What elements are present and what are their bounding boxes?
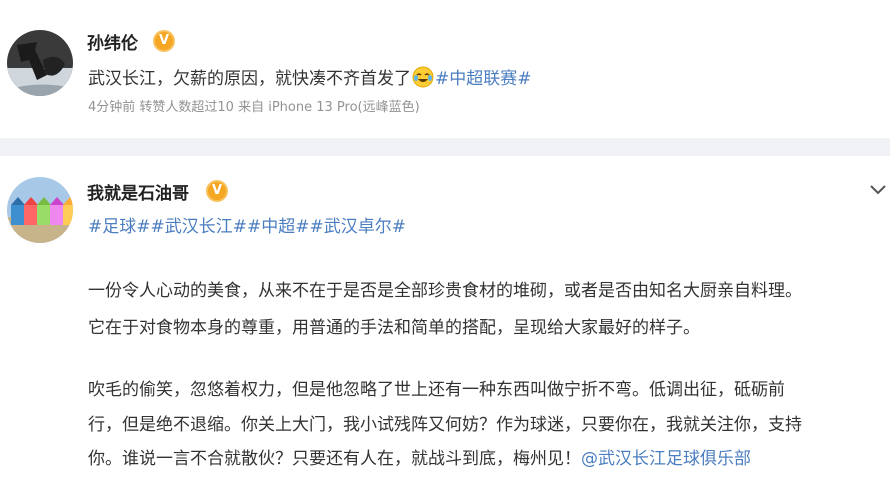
post-paragraph-line: 你。谁说一言不合就散伙？只要还有人在，就战斗到底，梅州见！@武汉长江足球俱乐部	[88, 444, 751, 469]
mention-link[interactable]: @武汉长江足球俱乐部	[581, 449, 751, 469]
hashtag-links[interactable]: #足球##武汉长江##中超##武汉卓尔#	[88, 212, 406, 237]
verified-badge-icon: V	[206, 180, 228, 202]
post-paragraph-line: 吹毛的偷笑，忽悠着权力，但是他忽略了世上还有一种东西叫做宁折不弯。低调出征，砥砺…	[88, 380, 785, 400]
post-paragraph-line: 它在于对食物本身的尊重，用普通的手法和简单的搭配，呈现给大家最好的样子。	[88, 318, 700, 338]
post-text-line: 武汉长江，欠薪的原因，就快凑不齐首发了 #中超联赛#	[88, 64, 532, 89]
verified-badge-icon: V	[153, 30, 175, 52]
avatar-1[interactable]	[7, 30, 73, 96]
chevron-down-icon[interactable]	[868, 180, 888, 198]
post-separator	[0, 138, 890, 156]
post-text: 武汉长江，欠薪的原因，就快凑不齐首发了	[88, 69, 411, 89]
laugh-cry-emoji-icon	[412, 66, 434, 88]
post-paragraph-line: 一份令人心动的美食，从来不在于是否是全部珍贵食材的堆砌，或者是否由知名大厨亲自料…	[88, 281, 802, 301]
author-name[interactable]: 我就是石油哥	[87, 179, 189, 204]
post-text: 你。谁说一言不合就散伙？只要还有人在，就战斗到底，梅州见！	[88, 449, 581, 469]
avatar-2[interactable]	[7, 177, 73, 243]
hashtag-link[interactable]: #中超联赛#	[435, 69, 532, 89]
post-meta: 4分钟前 转赞人数超过10 来自 iPhone 13 Pro(远峰蓝色)	[88, 100, 420, 115]
author-name[interactable]: 孙纬伦	[87, 29, 138, 54]
weibo-post-1: 孙纬伦 V 武汉长江，欠薪的原因，就快凑不齐首发了 #中超联赛# 4分钟前 转赞人…	[0, 0, 890, 138]
post-paragraph-line: 行，但是绝不退缩。你关上大门，我小试残阵又何妨？作为球迷，只要你在，我就关注你，…	[88, 415, 802, 435]
